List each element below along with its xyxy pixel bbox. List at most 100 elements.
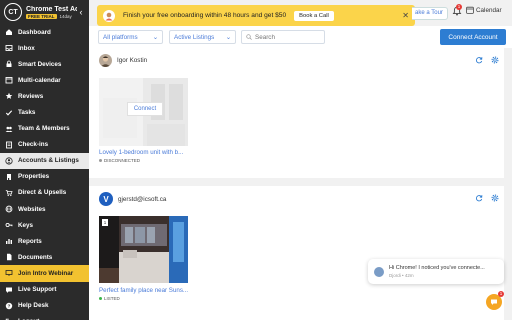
sidebar-item-label: Live Support: [18, 286, 57, 294]
calendar-icon: [5, 76, 13, 84]
listing-status: LISTED: [99, 296, 120, 301]
listing-status-select[interactable]: Active Listings ⌄: [169, 30, 236, 44]
document-icon: [5, 253, 13, 261]
collapse-sidebar-icon[interactable]: ‹: [77, 7, 85, 17]
search-box: [241, 30, 325, 44]
connect-account-button[interactable]: Connect Account: [440, 29, 506, 45]
onboarding-avatar-icon: [103, 9, 115, 22]
close-icon[interactable]: ✕: [402, 11, 409, 20]
take-tour-button[interactable]: ake a Tour: [412, 7, 448, 20]
chat-bubble-icon: [491, 299, 497, 305]
sidebar-item-label: Team & Members: [18, 125, 70, 133]
search-input[interactable]: [255, 33, 321, 41]
sync-icon[interactable]: [475, 56, 483, 64]
team-icon: [5, 125, 13, 133]
sidebar-item-properties[interactable]: Properties: [0, 169, 89, 185]
trial-days: 14day: [59, 13, 72, 19]
sidebar-item-documents[interactable]: Documents: [0, 249, 89, 265]
sidebar-item-label: Documents: [18, 253, 53, 261]
listing-status-text: LISTED: [104, 296, 120, 301]
onboarding-text: Finish your free onboarding within 48 ho…: [123, 12, 287, 19]
book-call-button[interactable]: Book a Call: [294, 10, 334, 21]
sidebar-item-label: Keys: [18, 221, 34, 229]
chevron-down-icon: ⌄: [152, 33, 158, 41]
sidebar-item-websites[interactable]: Websites: [0, 201, 89, 217]
account-name: Chrome Test Ac: [26, 5, 77, 13]
platform-select[interactable]: All platforms ⌄: [98, 30, 163, 44]
key-icon: [5, 221, 13, 229]
lock-icon: [5, 60, 13, 68]
account-card-header: V gjerstd@icsoft.ca: [99, 192, 166, 206]
status-dot: [99, 159, 102, 162]
listing-status: DISCONNECTED: [99, 158, 140, 163]
calendar-label: Calendar: [476, 6, 502, 14]
sidebar-item-help-desk[interactable]: ? Help Desk: [0, 298, 89, 314]
calendar-link[interactable]: Calendar: [466, 6, 502, 14]
status-dot: [99, 297, 102, 300]
sidebar-item-multi-calendar[interactable]: Multi-calendar: [0, 72, 89, 88]
chat-unread-badge: 1: [498, 291, 504, 297]
search-icon: [246, 34, 252, 40]
sidebar-item-check-ins[interactable]: Check-ins: [0, 137, 89, 153]
listing-name[interactable]: Perfect family place near Suns...: [99, 287, 189, 294]
sidebar-item-reviews[interactable]: Reviews: [0, 88, 89, 104]
sidebar-item-join-intro-webinar[interactable]: Join Intro Webinar: [0, 265, 89, 282]
sidebar-item-label: Smart Devices: [18, 60, 62, 68]
chart-icon: [5, 237, 13, 245]
sidebar-item-label: Reviews: [18, 92, 44, 100]
sidebar-item-label: Websites: [18, 205, 46, 213]
owner-name: gjerstd@icsoft.ca: [118, 195, 167, 203]
trial-badge: FREE TRIAL: [26, 13, 57, 19]
listing-name[interactable]: Lovely 1-bedroom unit with b...: [99, 149, 189, 156]
sidebar-item-label: Check-ins: [18, 141, 49, 149]
sidebar-item-reports[interactable]: Reports: [0, 233, 89, 249]
tasks-icon: [5, 109, 13, 117]
chevron-down-icon: ⌄: [225, 33, 231, 41]
listing-status-text: DISCONNECTED: [104, 158, 141, 163]
chat-message: Hi Chrome! I noticed you've connecte...: [389, 265, 485, 271]
webinar-icon: [5, 269, 13, 277]
sidebar-item-keys[interactable]: Keys: [0, 217, 89, 233]
account-info: Chrome Test Ac FREE TRIAL 14day: [26, 6, 77, 19]
inbox-icon: [5, 44, 13, 52]
owner-avatar: [99, 54, 112, 67]
owner-name: Igor Kostin: [117, 57, 148, 64]
sidebar-item-smart-devices[interactable]: Smart Devices: [0, 56, 89, 72]
settings-gear-icon[interactable]: [491, 194, 499, 202]
sidebar-item-label: Properties: [18, 173, 50, 181]
sidebar-item-accounts-listings[interactable]: Accounts & Listings: [0, 152, 89, 169]
sidebar-item-label: Accounts & Listings: [18, 157, 79, 165]
sidebar-item-team-members[interactable]: Team & Members: [0, 121, 89, 137]
sidebar-item-label: Multi-calendar: [18, 76, 61, 84]
account-card: Igor Kostin Connect Lovely 1-bedroom uni…: [89, 48, 504, 178]
chat-preview[interactable]: Hi Chrome! I noticed you've connecte... …: [368, 259, 504, 284]
account-card-header: Igor Kostin: [99, 54, 147, 67]
sidebar-item-logout[interactable]: Logout: [0, 314, 89, 320]
sidebar-item-dashboard[interactable]: Dashboard: [0, 24, 89, 40]
listing-photo[interactable]: [99, 216, 188, 283]
sync-icon[interactable]: [475, 194, 483, 202]
building-icon: [5, 173, 13, 181]
sidebar-item-label: Tasks: [18, 109, 36, 117]
connect-listing-button[interactable]: Connect: [127, 102, 163, 116]
account-avatar[interactable]: CT: [4, 3, 22, 21]
sidebar-item-label: Inbox: [18, 44, 35, 52]
calendar-icon: [466, 6, 474, 14]
user-circle-icon: [5, 157, 13, 165]
account-switcher[interactable]: CT Chrome Test Ac FREE TRIAL 14day ‹: [0, 0, 89, 24]
account-card: V gjerstd@icsoft.ca 1 Perfect family pla…: [89, 186, 504, 320]
sidebar-item-label: Dashboard: [18, 28, 51, 36]
sidebar-item-live-support[interactable]: Live Support: [0, 282, 89, 298]
sidebar-item-label: Join Intro Webinar: [18, 269, 74, 277]
checkin-icon: [5, 141, 13, 149]
sidebar: CT Chrome Test Ac FREE TRIAL 14day ‹ Das…: [0, 0, 89, 320]
photo-count-badge: 1: [102, 219, 108, 226]
sidebar-item-direct-upsells[interactable]: Direct & Upsells: [0, 185, 89, 201]
sidebar-item-inbox[interactable]: Inbox: [0, 40, 89, 56]
sidebar-item-label: Direct & Upsells: [18, 189, 67, 197]
platform-select-value: All platforms: [103, 33, 138, 41]
agent-avatar: [374, 266, 384, 277]
sidebar-item-tasks[interactable]: Tasks: [0, 104, 89, 120]
settings-gear-icon[interactable]: [491, 56, 499, 64]
filter-bar: All platforms ⌄ Active Listings ⌄ Connec…: [89, 26, 512, 48]
